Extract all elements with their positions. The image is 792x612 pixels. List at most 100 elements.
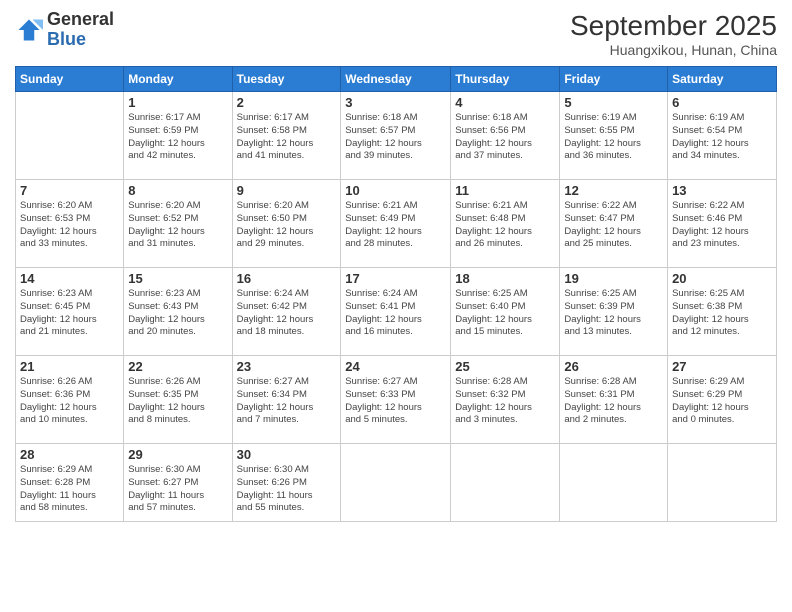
day-info: Sunrise: 6:22 AMSunset: 6:47 PMDaylight:…: [564, 200, 663, 251]
day-info: Sunrise: 6:17 AMSunset: 6:59 PMDaylight:…: [128, 112, 227, 163]
day-number: 15: [128, 271, 227, 286]
calendar-body: 1 Sunrise: 6:17 AMSunset: 6:59 PMDaylight…: [16, 92, 777, 522]
month-title: September 2025: [570, 10, 777, 42]
day-number: 16: [237, 271, 337, 286]
table-row: 15 Sunrise: 6:23 AMSunset: 6:43 PMDayligh…: [124, 268, 232, 356]
table-row: 25 Sunrise: 6:28 AMSunset: 6:32 PMDayligh…: [451, 356, 560, 444]
day-number: 25: [455, 359, 555, 374]
day-number: 19: [564, 271, 663, 286]
day-info: Sunrise: 6:17 AMSunset: 6:58 PMDaylight:…: [237, 112, 337, 163]
table-row: 23Sunrise: 6:27 AMSunset: 6:34 PMDayligh…: [232, 356, 341, 444]
day-number: 3: [345, 95, 446, 110]
day-number: 21: [20, 359, 119, 374]
day-info: Sunrise: 6:22 AMSunset: 6:46 PMDaylight:…: [672, 200, 772, 251]
day-info: Sunrise: 6:25 AMSunset: 6:38 PMDaylight:…: [672, 288, 772, 339]
day-number: 29: [128, 447, 227, 462]
table-row: [560, 444, 668, 522]
day-info: Sunrise: 6:26 AMSunset: 6:36 PMDaylight:…: [20, 376, 119, 427]
table-row: [16, 92, 124, 180]
day-number: 27: [672, 359, 772, 374]
table-row: 26 Sunrise: 6:28 AMSunset: 6:31 PMDayligh…: [560, 356, 668, 444]
table-row: 18Sunrise: 6:25 AMSunset: 6:40 PMDayligh…: [451, 268, 560, 356]
table-row: 28 Sunrise: 6:29 AMSunset: 6:28 PMDayligh…: [16, 444, 124, 522]
day-number: 23: [237, 359, 337, 374]
table-row: 24 Sunrise: 6:27 AMSunset: 6:33 PMDayligh…: [341, 356, 451, 444]
table-row: 2 Sunrise: 6:17 AMSunset: 6:58 PMDaylight…: [232, 92, 341, 180]
table-row: 30 Sunrise: 6:30 AMSunset: 6:26 PMDayligh…: [232, 444, 341, 522]
table-row: 6 Sunrise: 6:19 AMSunset: 6:54 PMDaylight…: [668, 92, 777, 180]
day-info: Sunrise: 6:25 AMSunset: 6:39 PMDaylight:…: [564, 288, 663, 339]
day-info: Sunrise: 6:30 AMSunset: 6:26 PMDaylight:…: [237, 464, 337, 515]
col-monday: Monday: [124, 67, 232, 92]
day-number: 26: [564, 359, 663, 374]
day-number: 30: [237, 447, 337, 462]
day-info: Sunrise: 6:29 AMSunset: 6:29 PMDaylight:…: [672, 376, 772, 427]
day-info: Sunrise: 6:23 AMSunset: 6:45 PMDaylight:…: [20, 288, 119, 339]
day-info: Sunrise: 6:19 AMSunset: 6:54 PMDaylight:…: [672, 112, 772, 163]
logo-blue: Blue: [47, 29, 86, 49]
logo-icon: [15, 16, 43, 44]
table-row: [341, 444, 451, 522]
day-number: 2: [237, 95, 337, 110]
day-info: Sunrise: 6:29 AMSunset: 6:28 PMDaylight:…: [20, 464, 119, 515]
calendar-header: Sunday Monday Tuesday Wednesday Thursday…: [16, 67, 777, 92]
col-friday: Friday: [560, 67, 668, 92]
day-info: Sunrise: 6:28 AMSunset: 6:32 PMDaylight:…: [455, 376, 555, 427]
day-info: Sunrise: 6:23 AMSunset: 6:43 PMDaylight:…: [128, 288, 227, 339]
day-info: Sunrise: 6:28 AMSunset: 6:31 PMDaylight:…: [564, 376, 663, 427]
logo: General Blue: [15, 10, 114, 50]
day-number: 10: [345, 183, 446, 198]
day-number: 28: [20, 447, 119, 462]
day-info: Sunrise: 6:24 AMSunset: 6:41 PMDaylight:…: [345, 288, 446, 339]
day-info: Sunrise: 6:21 AMSunset: 6:48 PMDaylight:…: [455, 200, 555, 251]
table-row: 12Sunrise: 6:22 AMSunset: 6:47 PMDayligh…: [560, 180, 668, 268]
page: General Blue September 2025 Huangxikou, …: [0, 0, 792, 612]
table-row: 9Sunrise: 6:20 AMSunset: 6:50 PMDaylight…: [232, 180, 341, 268]
col-tuesday: Tuesday: [232, 67, 341, 92]
day-number: 17: [345, 271, 446, 286]
day-info: Sunrise: 6:27 AMSunset: 6:33 PMDaylight:…: [345, 376, 446, 427]
location: Huangxikou, Hunan, China: [570, 42, 777, 58]
col-wednesday: Wednesday: [341, 67, 451, 92]
table-row: [668, 444, 777, 522]
table-row: [451, 444, 560, 522]
day-number: 22: [128, 359, 227, 374]
day-number: 1: [128, 95, 227, 110]
header: General Blue September 2025 Huangxikou, …: [15, 10, 777, 58]
table-row: 27 Sunrise: 6:29 AMSunset: 6:29 PMDayligh…: [668, 356, 777, 444]
logo-text: General Blue: [47, 10, 114, 50]
day-number: 4: [455, 95, 555, 110]
table-row: 14Sunrise: 6:23 AMSunset: 6:45 PMDayligh…: [16, 268, 124, 356]
day-number: 13: [672, 183, 772, 198]
day-info: Sunrise: 6:21 AMSunset: 6:49 PMDaylight:…: [345, 200, 446, 251]
table-row: 20Sunrise: 6:25 AMSunset: 6:38 PMDayligh…: [668, 268, 777, 356]
table-row: 1 Sunrise: 6:17 AMSunset: 6:59 PMDaylight…: [124, 92, 232, 180]
table-row: 16Sunrise: 6:24 AMSunset: 6:42 PMDayligh…: [232, 268, 341, 356]
day-number: 24: [345, 359, 446, 374]
day-number: 5: [564, 95, 663, 110]
logo-general: General: [47, 9, 114, 29]
day-number: 8: [128, 183, 227, 198]
day-info: Sunrise: 6:19 AMSunset: 6:55 PMDaylight:…: [564, 112, 663, 163]
col-thursday: Thursday: [451, 67, 560, 92]
header-row: Sunday Monday Tuesday Wednesday Thursday…: [16, 67, 777, 92]
table-row: 5 Sunrise: 6:19 AMSunset: 6:55 PMDaylight…: [560, 92, 668, 180]
day-info: Sunrise: 6:18 AMSunset: 6:56 PMDaylight:…: [455, 112, 555, 163]
table-row: 11 Sunrise: 6:21 AMSunset: 6:48 PMDayligh…: [451, 180, 560, 268]
day-info: Sunrise: 6:20 AMSunset: 6:52 PMDaylight:…: [128, 200, 227, 251]
table-row: 29Sunrise: 6:30 AMSunset: 6:27 PMDayligh…: [124, 444, 232, 522]
day-info: Sunrise: 6:26 AMSunset: 6:35 PMDaylight:…: [128, 376, 227, 427]
col-saturday: Saturday: [668, 67, 777, 92]
day-number: 11: [455, 183, 555, 198]
table-row: 17 Sunrise: 6:24 AMSunset: 6:41 PMDayligh…: [341, 268, 451, 356]
day-info: Sunrise: 6:18 AMSunset: 6:57 PMDaylight:…: [345, 112, 446, 163]
col-sunday: Sunday: [16, 67, 124, 92]
table-row: 10 Sunrise: 6:21 AMSunset: 6:49 PMDayligh…: [341, 180, 451, 268]
table-row: 3 Sunrise: 6:18 AMSunset: 6:57 PMDaylight…: [341, 92, 451, 180]
day-number: 7: [20, 183, 119, 198]
day-number: 6: [672, 95, 772, 110]
day-info: Sunrise: 6:25 AMSunset: 6:40 PMDaylight:…: [455, 288, 555, 339]
table-row: 19 Sunrise: 6:25 AMSunset: 6:39 PMDayligh…: [560, 268, 668, 356]
title-block: September 2025 Huangxikou, Hunan, China: [570, 10, 777, 58]
table-row: 8 Sunrise: 6:20 AMSunset: 6:52 PMDaylight…: [124, 180, 232, 268]
